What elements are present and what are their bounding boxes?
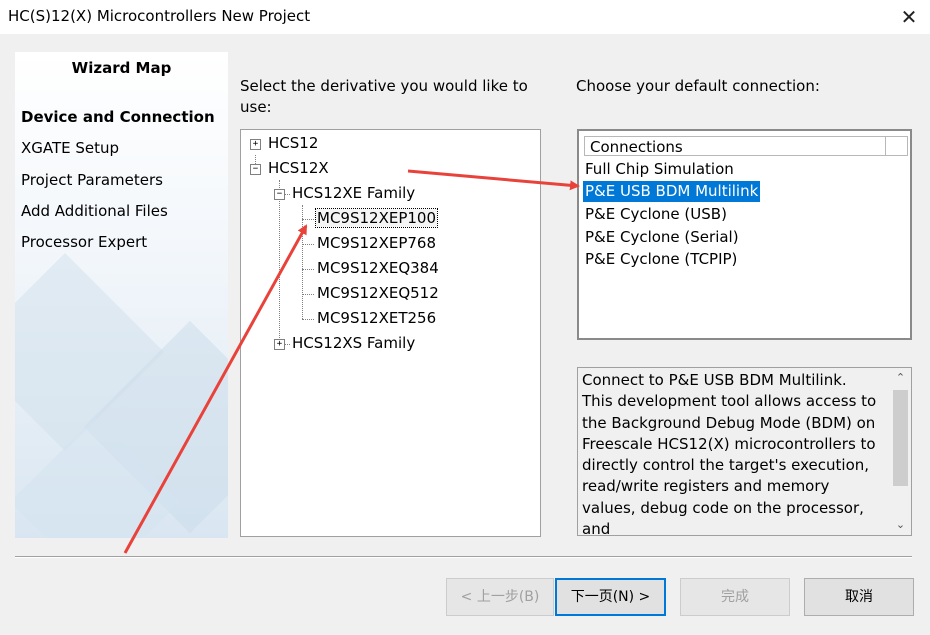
window-title: HC(S)12(X) Microcontrollers New Project: [8, 7, 311, 25]
tree-node-hcs12xe-family[interactable]: HCS12XE Family: [292, 184, 415, 202]
finish-button[interactable]: 完成: [680, 578, 790, 616]
back-button[interactable]: < 上一步(B): [446, 578, 554, 616]
wizard-step-processor-expert: Processor Expert: [21, 233, 148, 251]
column-header-filler: [886, 136, 908, 156]
connection-prompt: Choose your default connection:: [576, 77, 820, 95]
button-separator: [15, 556, 912, 558]
connection-item-pe-cyclone-usb[interactable]: P&E Cyclone (USB): [583, 204, 729, 225]
tree-node-device[interactable]: MC9S12XEP768: [317, 234, 436, 252]
connection-item-pe-cyclone-serial[interactable]: P&E Cyclone (Serial): [583, 227, 741, 248]
tree-connector: [302, 244, 314, 245]
connections-list[interactable]: Connections Full Chip Simulation P&E USB…: [577, 129, 912, 340]
tree-node-device-selected[interactable]: MC9S12XEP100: [315, 208, 438, 228]
title-bar: HC(S)12(X) Microcontrollers New Project …: [0, 0, 930, 34]
wizard-step-xgate-setup: XGATE Setup: [21, 139, 120, 157]
connection-item-full-chip-simulation[interactable]: Full Chip Simulation: [583, 159, 736, 180]
connection-item-pe-cyclone-tcpip[interactable]: P&E Cyclone (TCPIP): [583, 249, 739, 270]
connection-item-pe-usb-bdm-multilink[interactable]: P&E USB BDM Multilink: [583, 181, 761, 202]
tree-connector: [302, 219, 314, 220]
collapse-icon[interactable]: −: [250, 164, 261, 175]
scroll-up-icon[interactable]: ⌃: [890, 368, 911, 388]
expand-icon[interactable]: +: [250, 139, 261, 150]
close-icon[interactable]: ✕: [896, 4, 922, 30]
tree-node-hcs12[interactable]: HCS12: [268, 134, 318, 152]
tree-node-device[interactable]: MC9S12XET256: [317, 309, 436, 327]
tree-connector: [302, 319, 314, 320]
next-button[interactable]: 下一页(N) >: [555, 578, 666, 616]
description-scrollbar[interactable]: ⌃ ⌄: [890, 368, 911, 535]
connection-description: Connect to P&E USB BDM Multilink. This d…: [582, 371, 877, 536]
wizard-step-device-and-connection: Device and Connection: [21, 108, 215, 126]
connection-description-box[interactable]: Connect to P&E USB BDM Multilink. This d…: [577, 367, 912, 536]
tree-node-hcs12xs-family[interactable]: HCS12XS Family: [292, 334, 415, 352]
scroll-down-icon[interactable]: ⌄: [890, 515, 911, 535]
scrollbar-thumb[interactable]: [893, 390, 908, 486]
tree-connector: [302, 294, 314, 295]
wizard-map-panel: Wizard Map Device and Connection XGATE S…: [15, 52, 228, 538]
wizard-map-heading: Wizard Map: [71, 59, 172, 77]
collapse-icon[interactable]: −: [274, 189, 285, 200]
expand-icon[interactable]: +: [274, 339, 285, 350]
tree-connector: [302, 269, 314, 270]
derivative-prompt: Select the derivative you would like to …: [240, 77, 528, 116]
tree-connector: [279, 180, 280, 344]
wizard-step-project-parameters: Project Parameters: [21, 171, 163, 189]
tree-node-device[interactable]: MC9S12XEQ384: [317, 259, 439, 277]
tree-node-device[interactable]: MC9S12XEQ512: [317, 284, 439, 302]
tree-connector: [302, 205, 303, 319]
tree-node-hcs12x[interactable]: HCS12X: [268, 159, 329, 177]
derivative-tree[interactable]: + HCS12 − HCS12X − HCS12XE Family MC9S12…: [240, 129, 541, 537]
cancel-button[interactable]: 取消: [804, 578, 914, 616]
connections-column-header[interactable]: Connections: [584, 136, 886, 156]
wizard-step-add-additional-files: Add Additional Files: [21, 202, 168, 220]
